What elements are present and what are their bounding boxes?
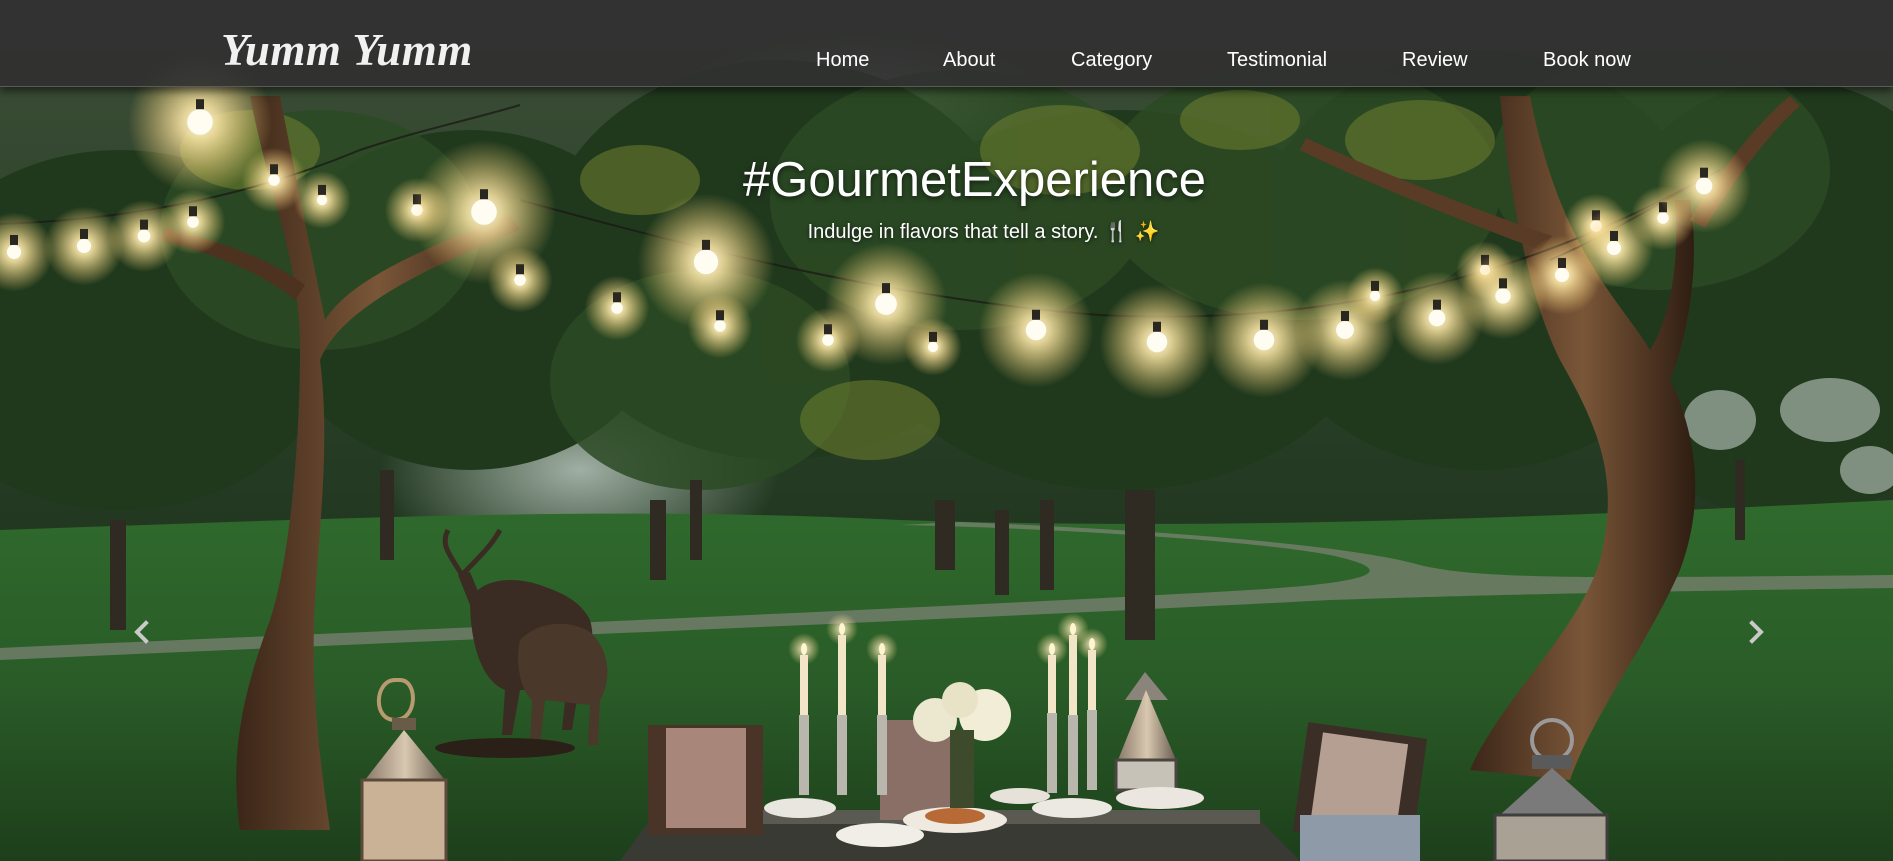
string-light-bulb (875, 293, 897, 315)
nav-link-home[interactable]: Home (816, 48, 869, 72)
candle (838, 635, 846, 715)
hero-title: #GourmetExperience (742, 153, 1206, 207)
candle (878, 655, 886, 715)
string-light-bulb (714, 320, 726, 332)
string-light-bulb (1146, 331, 1168, 353)
string-light-bulb (1495, 288, 1511, 304)
string-light-bulb (1336, 321, 1354, 339)
top-navbar: Yumm Yumm Home About Category Testimonia… (0, 0, 1893, 87)
hero-tagline: Indulge in flavors that tell a story. 🍴 … (807, 221, 1160, 243)
chevron-right-icon (1749, 620, 1764, 644)
hero-banner (0, 0, 1893, 861)
string-light-bulb (927, 341, 939, 353)
chevron-left-icon (134, 620, 149, 644)
string-light-bulb (822, 334, 834, 346)
candle (800, 655, 808, 715)
string-light-bulb (1554, 267, 1570, 283)
nav-link-about[interactable]: About (943, 48, 995, 72)
hero-background-image (0, 0, 1893, 861)
candle (1088, 650, 1096, 710)
string-light-bulb (1369, 290, 1381, 302)
carousel-next-button[interactable] (1736, 612, 1776, 652)
nav-link-category[interactable]: Category (1071, 48, 1152, 72)
nav-link-book-now[interactable]: Book now (1543, 48, 1631, 72)
string-light-bulb (1428, 309, 1446, 327)
candle (1069, 635, 1077, 715)
carousel-prev-button[interactable] (122, 612, 162, 652)
string-light-bulb (187, 109, 213, 135)
nav-link-review[interactable]: Review (1402, 48, 1468, 72)
string-light-bulb (1025, 319, 1047, 341)
candle (1048, 655, 1056, 713)
string-light-bulb (693, 249, 719, 275)
nav-link-testimonial[interactable]: Testimonial (1227, 48, 1327, 72)
string-light-bulb (6, 244, 22, 260)
string-light-bulb (514, 274, 526, 286)
string-light-bulb (1253, 329, 1275, 351)
nav-menu: Home About Category Testimonial Review B… (0, 0, 1893, 86)
string-light-bulb (611, 302, 623, 314)
